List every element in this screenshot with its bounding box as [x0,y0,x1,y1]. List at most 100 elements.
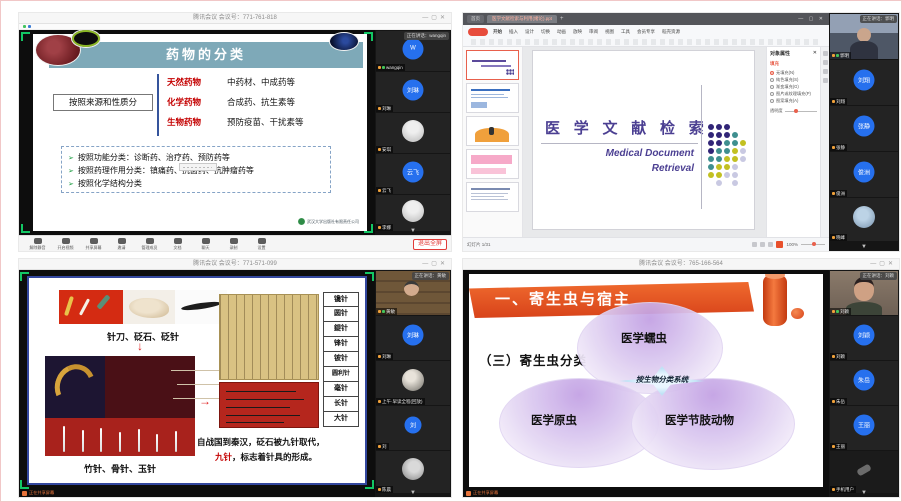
participant-tile[interactable]: 刘颖 刘颖 [830,316,898,360]
participant-tile[interactable]: 晓峰 [830,198,898,241]
participant-tile[interactable]: 俊洲 俊洲 [830,152,898,197]
participant-tile[interactable]: 刘琳 刘琳 [376,316,450,360]
participant-tile[interactable]: 王丽 王丽 [830,406,898,450]
camera-button[interactable]: 开启视频 [53,238,78,251]
wps-presentation-window: 首页 医学文献检索与利用(绪论).ppt + — ▢ ✕ 开始 插入 设计 切换… [463,13,899,251]
person-face [857,28,871,42]
new-tab-button[interactable]: + [560,16,564,22]
participant-tile[interactable]: 李娜 [376,195,450,231]
bone-needle-photo [45,356,195,456]
ribbon-tab[interactable]: 切换 [541,28,550,36]
needle-name: 毫针 [323,382,359,397]
window-controls[interactable]: —▢✕ [422,259,448,269]
avatar: 俊洲 [854,161,875,182]
share-corner-marker [364,32,373,41]
roller-ball [791,308,804,319]
view-sorter-icon[interactable] [760,242,765,247]
window-controls[interactable]: —▢✕ [422,13,448,23]
participant-tile[interactable]: 刘琳 刘琳 [376,72,450,112]
participant-tile[interactable]: 安琪 [376,113,450,153]
record-button[interactable]: 录制 [221,238,246,251]
ribbon-tab[interactable]: 开始 [493,28,502,36]
participant-tile[interactable]: 刘 刘 [376,406,450,450]
members-button[interactable]: 管理成员 [137,238,162,251]
close-icon: ✕ [819,16,825,22]
mic-button[interactable]: 解除静音 [25,238,50,251]
ribbon-tab[interactable]: 稻壳资源 [662,28,680,36]
panel-icon[interactable] [823,60,828,65]
speaking-banner: 正在讲话：wangqin [404,32,449,40]
participant-name: 晓峰 [836,235,845,241]
needle-name: 鍉针 [323,322,359,337]
panel-icon[interactable] [823,69,828,74]
transparency-slider[interactable]: 透明度 [770,108,817,114]
exit-fullscreen-button[interactable]: 退出全屏 [413,239,447,250]
panel-icon[interactable] [823,51,828,56]
slide-thumbnail[interactable] [466,149,519,179]
view-read-icon[interactable] [768,242,773,247]
chevron-down-icon[interactable]: ▼ [375,489,451,497]
ribbon-tab[interactable]: 插入 [509,28,518,36]
radio-icon [770,85,774,89]
slide-thumbnail[interactable] [466,116,519,146]
ribbon-tab[interactable]: 放映 [573,28,582,36]
panel-icon[interactable] [823,78,828,83]
fill-option[interactable]: 图案填充(A) [770,97,817,104]
slide-thumbnail[interactable] [466,50,519,80]
play-slideshow-button[interactable] [776,241,783,248]
invite-button[interactable]: 邀请 [109,238,134,251]
home-tab[interactable]: 首页 [467,15,484,22]
fill-option[interactable]: 图片或纹理填充(P) [770,90,817,97]
participant-tile[interactable]: 云飞 云飞 [376,154,450,194]
slide-thumbnail[interactable] [466,182,519,212]
ribbon-tab[interactable]: 设计 [525,28,534,36]
participant-tile[interactable]: 陈晨 [376,451,450,493]
close-icon[interactable]: ✕ [813,50,817,57]
view-normal-icon[interactable] [752,242,757,247]
window-titlebar[interactable]: 腾讯会议 会议号：765-166-564 —▢✕ [463,259,899,270]
ribbon-tab[interactable]: 工具 [621,28,630,36]
docs-button[interactable]: 文档 [165,238,190,251]
meeting-window-drug-slide: 腾讯会议 会议号：771-761-818 —▢✕ 药物的分类 天然药物 中药材、… [19,13,451,251]
ribbon-tab[interactable]: 会员专享 [637,28,655,36]
maximize-icon: ▢ [431,15,440,21]
participant-tile[interactable]: 手机用户 [830,451,898,493]
minimize-icon: — [422,261,431,267]
participant-tile[interactable]: 张静 张静 [830,106,898,151]
participant-tile[interactable]: 刘翔 刘翔 [830,60,898,105]
window-controls[interactable]: —▢✕ [870,259,896,269]
wps-logo-button[interactable] [468,28,488,36]
window-titlebar[interactable]: 腾讯会议 会议号：771-761-818 —▢✕ [19,13,451,24]
camera-icon [382,310,385,313]
ribbon-tab[interactable]: 视图 [605,28,614,36]
fill-option[interactable]: 无填充(N) [770,69,817,76]
participant-tile[interactable]: 朱岳 朱岳 [830,361,898,405]
window-controls[interactable]: — ▢ ✕ [798,16,825,22]
speaking-banner: 正在讲话：刘颖 [860,272,898,280]
slide-thumbnail[interactable] [466,83,519,113]
needle-name: 长针 [323,397,359,412]
slide-subtitle-en1: Medical Document [606,148,694,159]
participant-name: 刘 [382,444,387,450]
ribbon-tab[interactable]: 动画 [557,28,566,36]
needle-chart-image [219,382,319,428]
participant-name: 刘颖 [840,309,849,315]
window-titlebar[interactable]: 腾讯会议 会议号：771-571-099 —▢✕ [19,259,451,270]
needle-photos [59,290,227,324]
participant-tile[interactable]: 上午·早读全程(回放) [376,361,450,405]
share-screen-button[interactable]: 共享屏幕 [81,238,106,251]
fill-option[interactable]: 渐变填充(G) [770,83,817,90]
zoom-slider[interactable] [801,244,825,245]
chevron-down-icon[interactable]: ▼ [829,243,899,251]
chevron-down-icon[interactable]: ▼ [829,489,899,497]
fill-option[interactable]: 纯色填充(S) [770,76,817,83]
chevron-down-icon[interactable]: ▼ [375,227,451,235]
settings-button[interactable]: 设置 [249,238,274,251]
ribbon-tab[interactable]: 审阅 [589,28,598,36]
ancient-manuscript-image [219,294,319,380]
participant-name: 安琪 [382,147,391,153]
members-icon [146,238,154,244]
chat-button[interactable]: 聊天 [193,238,218,251]
document-tab[interactable]: 医学文献检索与利用(绪论).ppt [487,15,557,22]
close-icon: ✕ [440,261,448,267]
